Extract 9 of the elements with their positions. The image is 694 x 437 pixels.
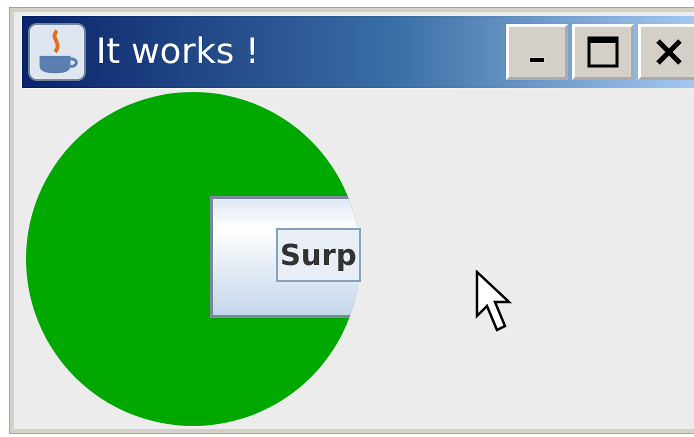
minimize-icon [530,58,544,62]
maximize-button[interactable] [572,24,634,80]
window-title: It works ! [96,32,260,72]
coffee-cup-icon [28,23,86,81]
maximize-icon [586,35,620,69]
close-button[interactable] [638,24,694,80]
close-icon [654,37,684,67]
cursor-icon [475,270,513,332]
surprise-button[interactable]: Surp [276,228,361,282]
